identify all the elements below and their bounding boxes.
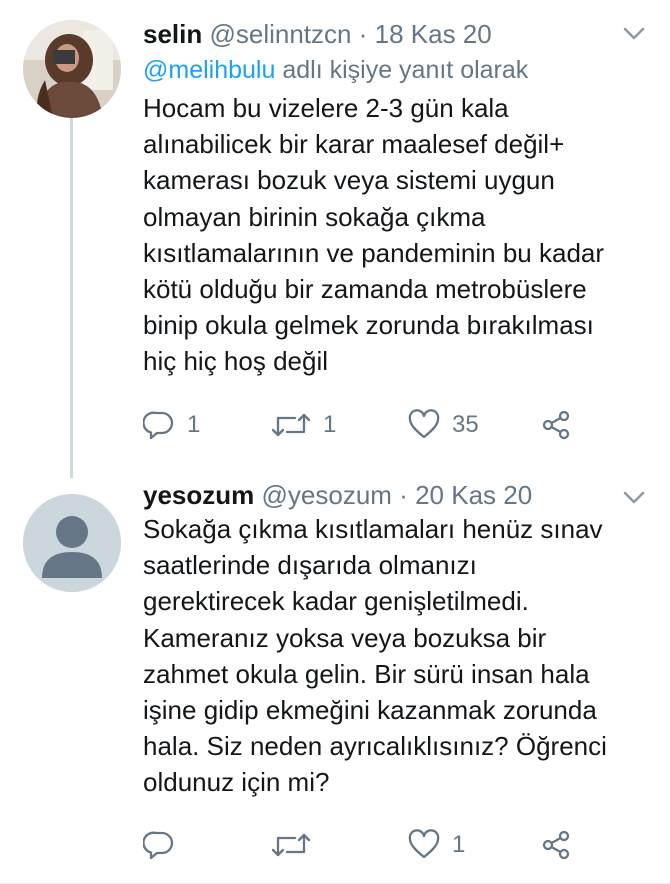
retweet-icon (271, 833, 311, 857)
tweet-header: selin @selinntzcn · 18 Kas 20 (143, 14, 630, 54)
tweet-text: Hocam bu vizelere 2-3 gün kala alınabili… (143, 93, 605, 377)
author-handle[interactable]: @yesozum (262, 480, 392, 510)
author-handle[interactable]: @selinntzcn (209, 19, 351, 49)
share-button[interactable] (540, 825, 572, 865)
author-name[interactable]: yesozum (143, 480, 254, 510)
chevron-down-icon[interactable] (620, 20, 648, 48)
reply-icon (143, 411, 174, 440)
reply-count: 1 (187, 411, 201, 438)
share-button[interactable] (540, 405, 572, 445)
tweet-header: yesozum @yesozum · 20 Kas 20 (143, 475, 630, 515)
tweet[interactable]: selin @selinntzcn · 18 Kas 20 @melihbulu… (0, 0, 670, 478)
tweet-actions: 1 (143, 825, 643, 865)
reply-button[interactable] (143, 825, 175, 865)
retweet-count: 1 (323, 411, 337, 438)
avatar[interactable] (23, 20, 121, 118)
reply-icon (143, 831, 174, 860)
like-button[interactable]: 35 (408, 405, 479, 445)
reply-button[interactable]: 1 (143, 405, 200, 445)
share-icon (542, 830, 570, 860)
share-icon (542, 410, 570, 440)
heart-icon (408, 829, 440, 859)
like-button[interactable]: 1 (408, 825, 465, 865)
tweet-date[interactable]: 18 Kas 20 (375, 19, 492, 49)
like-count: 35 (452, 411, 479, 438)
reply-context-text: adlı kişiye yanıt olarak (282, 56, 529, 84)
default-avatar-icon (23, 494, 121, 592)
avatar[interactable] (23, 494, 121, 592)
retweet-icon (271, 413, 311, 437)
retweet-button[interactable] (271, 825, 311, 865)
heart-icon (408, 409, 440, 439)
reply-context: @melihbulu adlı kişiye yanıt olarak (143, 50, 528, 90)
chevron-down-icon[interactable] (620, 484, 648, 512)
separator: · (399, 480, 408, 510)
tweet-text: Sokağa çıkma kısıtlamaları henüz sınav s… (143, 514, 607, 798)
tweet[interactable]: yesozum @yesozum · 20 Kas 20 Sokağa çıkm… (0, 478, 670, 884)
retweet-button[interactable]: 1 (271, 405, 336, 445)
tweet-date[interactable]: 20 Kas 20 (415, 480, 532, 510)
separator: · (358, 19, 368, 49)
like-count: 1 (452, 831, 466, 858)
reply-mention-link[interactable]: @melihbulu (143, 56, 275, 84)
tweet-actions: 1 1 35 (143, 405, 643, 445)
author-name[interactable]: selin (143, 19, 202, 49)
